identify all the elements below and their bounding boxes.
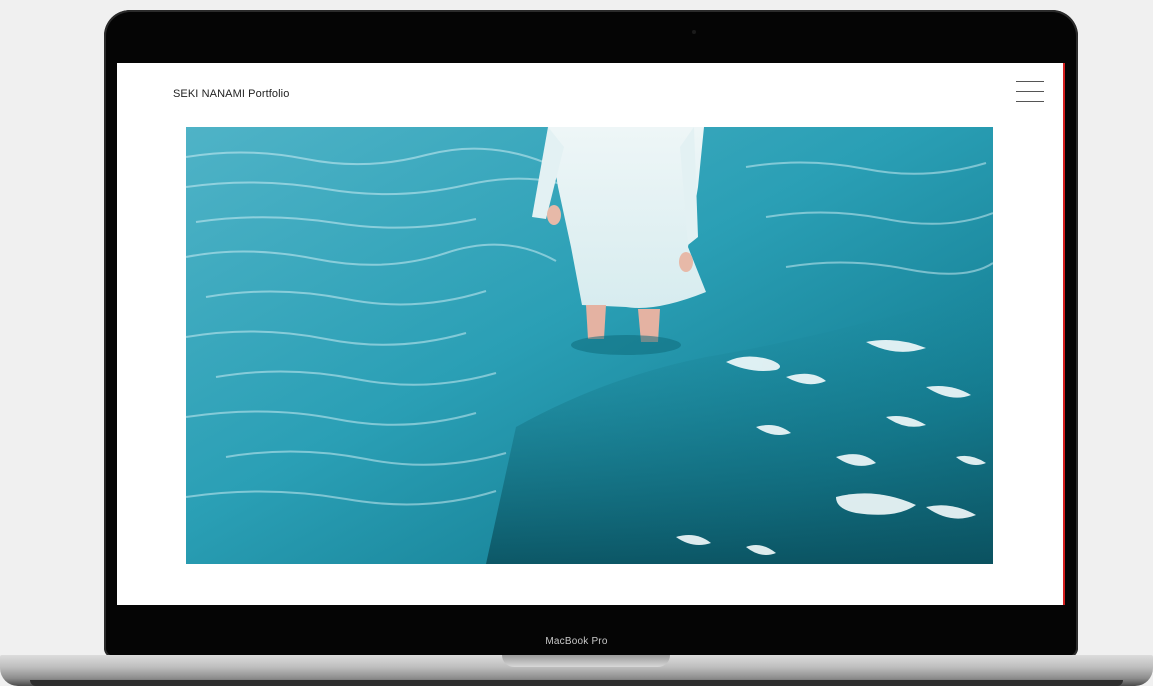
laptop-base-foot [30, 680, 1123, 686]
site-title[interactable]: SEKI NANAMI Portfolio [173, 88, 289, 100]
laptop-mockup: SEKI NANAMI Portfolio MacBook Pro [0, 0, 1153, 686]
hamburger-menu-icon[interactable] [1016, 80, 1044, 102]
browser-screen: SEKI NANAMI Portfolio [117, 63, 1065, 605]
hero-photo [186, 127, 993, 564]
camera-icon [692, 30, 696, 34]
hero-image [186, 127, 993, 564]
laptop-opening-notch [502, 655, 670, 667]
device-label: MacBook Pro [545, 636, 608, 647]
